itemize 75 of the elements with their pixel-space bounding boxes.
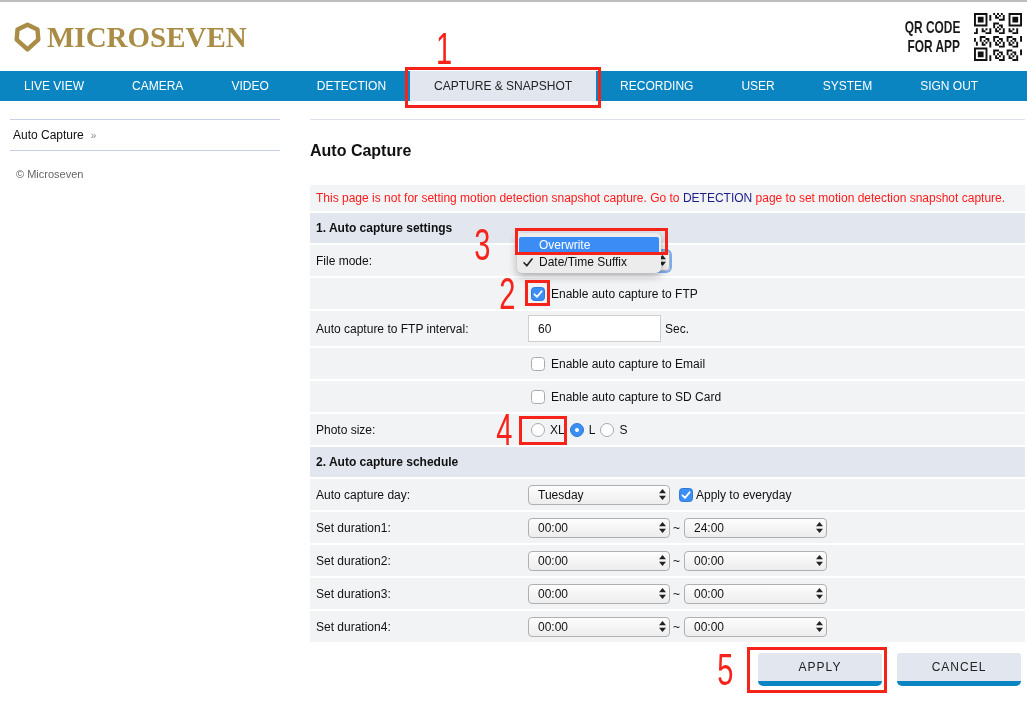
nav-tab[interactable]: DETECTION <box>316 71 387 101</box>
checkbox-label: Enable auto capture to Email <box>551 356 706 371</box>
dropdown-select[interactable]: 00:00 <box>528 616 670 637</box>
dropdown-option[interactable]: Date/Time Suffix <box>519 253 659 271</box>
tilde-separator: ~ <box>673 553 680 568</box>
dropdown-select[interactable]: 00:00 <box>528 517 670 538</box>
select-arrows-icon <box>816 588 823 599</box>
field-label: Auto capture to FTP interval: <box>316 321 469 336</box>
checkbox-label: Enable auto capture to SD Card <box>551 389 722 404</box>
select-arrows-icon <box>659 621 666 632</box>
select-arrows-icon <box>659 522 666 533</box>
field-label: Set duration1: <box>316 520 391 535</box>
radio-label: L <box>588 422 596 437</box>
select-arrows-icon <box>659 555 666 566</box>
nav-tab[interactable]: LIVE VIEW <box>24 71 85 101</box>
dropdown-select[interactable]: 24:00 <box>684 517 827 538</box>
section-header: 2. Auto capture schedule <box>310 447 1025 477</box>
action-button[interactable]: APPLY <box>758 653 882 686</box>
check-icon <box>523 257 533 267</box>
checkbox[interactable] <box>531 356 545 371</box>
checkbox[interactable] <box>531 389 545 404</box>
dropdown-select[interactable]: Tuesday <box>528 484 670 505</box>
checkbox-label: Enable auto capture to FTP <box>551 286 698 301</box>
tilde-separator: ~ <box>673 586 680 601</box>
callout-number: 5 <box>716 647 733 692</box>
radio-label: S <box>619 422 628 437</box>
field-label: Photo size: <box>316 422 376 437</box>
checkbox[interactable] <box>679 487 693 502</box>
text-input[interactable]: 60 <box>528 315 661 342</box>
dropdown-select[interactable]: 00:00 <box>684 550 827 571</box>
qr-code-icon <box>974 12 1022 61</box>
notice-text: This page is not for setting motion detection snapshot capture. Go to DETECTION page to set motion detection snapshot capture. <box>310 185 1025 211</box>
callout-number: 1 <box>436 27 453 71</box>
select-arrows-icon <box>659 489 666 500</box>
nav-tab[interactable]: CAPTURE & SNAPSHOT <box>410 71 597 101</box>
select-arrows-icon <box>659 588 666 599</box>
select-arrows-icon <box>816 522 823 533</box>
qr-caption: QR CODE <box>904 17 960 37</box>
page-title: Auto Capture <box>310 141 413 161</box>
nav-tab[interactable]: CAMERA <box>132 71 184 101</box>
radio-button[interactable] <box>531 422 545 437</box>
nav-tab[interactable]: VIDEO <box>231 71 269 101</box>
field-label: Auto capture day: <box>316 487 411 502</box>
nav-tab[interactable]: SIGN OUT <box>920 71 979 101</box>
sidebar-item[interactable]: Auto Capture » <box>10 119 280 151</box>
dropdown-select[interactable]: 00:00 <box>684 583 827 604</box>
field-label: File mode: <box>316 253 373 268</box>
dropdown-select[interactable]: 00:00 <box>528 550 670 571</box>
radio-button[interactable] <box>569 422 584 437</box>
qr-caption: FOR APP <box>907 36 960 56</box>
dropdown-select[interactable]: 00:00 <box>684 616 827 637</box>
tilde-separator: ~ <box>673 619 680 634</box>
nav-tab[interactable]: USER <box>741 71 775 101</box>
action-button[interactable]: CANCEL <box>897 653 1021 686</box>
nav-tab[interactable]: SYSTEM <box>822 71 873 101</box>
field-label: Set duration3: <box>316 586 391 601</box>
hexagon-outline-icon <box>14 22 41 52</box>
callout-frame <box>519 415 567 445</box>
select-arrows-icon <box>816 621 823 632</box>
unit-label: Sec. <box>665 321 689 336</box>
dropdown-select[interactable]: 00:00 <box>528 583 670 604</box>
field-label: Set duration2: <box>316 553 391 568</box>
nav-tab[interactable]: RECORDING <box>620 71 694 101</box>
checkbox[interactable] <box>531 286 545 301</box>
field-label: Set duration4: <box>316 619 391 634</box>
detection-link[interactable]: DETECTION <box>682 191 753 205</box>
checkbox-label: Apply to everyday <box>696 487 792 502</box>
callout-number: 2 <box>498 271 515 316</box>
callout-frame <box>525 279 550 306</box>
brand-name: MICROSEVEN <box>47 22 247 52</box>
radio-label: XL <box>550 422 565 437</box>
radio-button[interactable] <box>600 422 615 437</box>
tilde-separator: ~ <box>673 520 680 535</box>
copyright-text: © Microseven <box>15 167 85 180</box>
select-arrows-icon <box>816 555 823 566</box>
